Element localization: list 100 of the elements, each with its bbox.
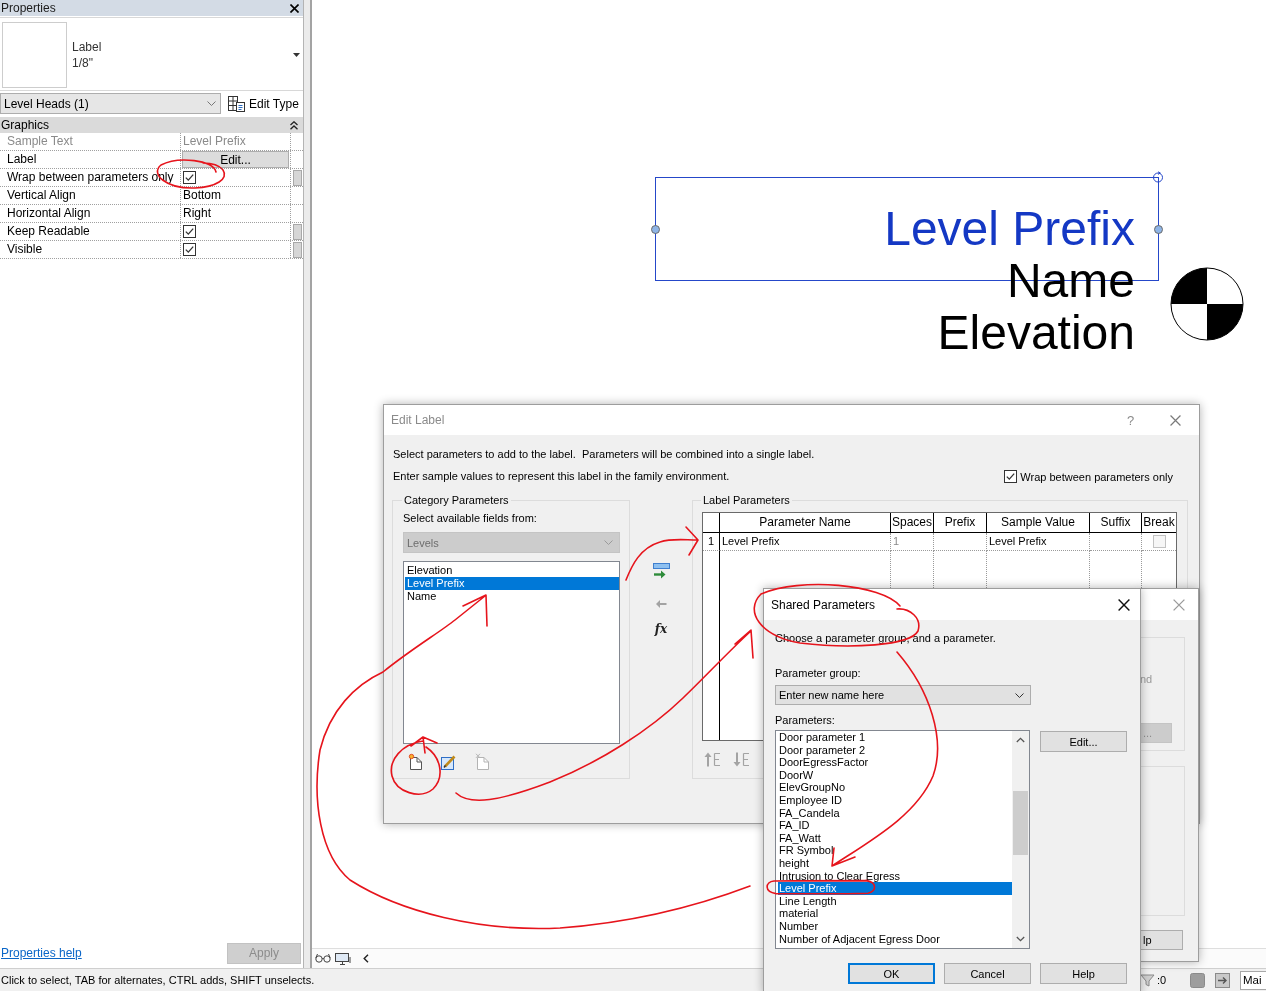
scroll-down-icon[interactable] bbox=[1016, 936, 1025, 942]
list-item[interactable]: FR Symbol bbox=[778, 844, 1012, 857]
caret-icon bbox=[207, 101, 216, 106]
chevron-left-icon[interactable] bbox=[363, 954, 369, 963]
field-prompt: Select available fields from: bbox=[403, 512, 537, 525]
list-item[interactable]: Number bbox=[778, 919, 1012, 933]
list-item[interactable]: Elevation bbox=[405, 564, 619, 577]
label-text[interactable]: Level Prefix bbox=[884, 203, 1135, 255]
field-label: Parameters: bbox=[775, 714, 835, 727]
row-number: 1 bbox=[703, 533, 720, 551]
edit-button[interactable]: Edit... bbox=[1040, 731, 1127, 752]
property-value: Level Prefix bbox=[183, 133, 246, 150]
property-name: Sample Text bbox=[0, 133, 181, 150]
property-value: Right bbox=[183, 205, 211, 222]
selection-count: :0 bbox=[1157, 974, 1168, 986]
property-name: Vertical Align bbox=[0, 187, 181, 204]
partial-label: nd bbox=[1140, 673, 1153, 686]
prefix-field[interactable] bbox=[934, 533, 987, 551]
list-item[interactable]: material bbox=[778, 907, 1012, 920]
list-item[interactable]: FA_ID bbox=[778, 819, 1012, 832]
checkbox-label[interactable]: Wrap between parameters only bbox=[1020, 470, 1173, 483]
property-name: Visible bbox=[0, 241, 181, 258]
list-item[interactable]: Door parameter 1 bbox=[778, 731, 1012, 744]
column-header: Sample Value bbox=[987, 513, 1090, 533]
edit-pencil-icon[interactable] bbox=[441, 753, 457, 770]
help-button[interactable]: ? bbox=[1126, 412, 1135, 428]
scrollbar[interactable] bbox=[1012, 731, 1029, 948]
edit-button[interactable]: Edit... bbox=[182, 151, 289, 168]
list-item[interactable]: Name bbox=[405, 590, 619, 603]
workset-field[interactable]: Mai bbox=[1240, 970, 1266, 990]
property-sheet-icon bbox=[228, 95, 245, 112]
move-down-icon[interactable] bbox=[733, 752, 750, 767]
property-name: Label bbox=[0, 151, 181, 168]
new-file-icon[interactable] bbox=[408, 753, 423, 770]
column-header: Break bbox=[1142, 513, 1176, 533]
close-icon[interactable] bbox=[290, 3, 299, 13]
rotate-handle-icon[interactable] bbox=[1152, 171, 1164, 183]
monitor-icon[interactable] bbox=[335, 952, 351, 965]
grip-handle[interactable] bbox=[1154, 225, 1163, 234]
list-item[interactable]: FA_Watt bbox=[778, 831, 1012, 845]
dialog-button[interactable]: Help bbox=[1040, 963, 1127, 984]
list-item[interactable]: Level Prefix bbox=[405, 577, 619, 590]
type-preview-thumbnail bbox=[2, 21, 67, 88]
caret-icon bbox=[604, 540, 613, 545]
group-title: Category Parameters bbox=[403, 494, 510, 506]
instance-filter-dropdown[interactable]: Level Heads (1) bbox=[0, 93, 221, 114]
panel-title: Properties bbox=[1, 0, 56, 16]
list-item[interactable]: height bbox=[778, 856, 1012, 870]
add-parameter-icon[interactable] bbox=[652, 563, 670, 579]
scrollbar-thumb[interactable] bbox=[1013, 791, 1028, 855]
list-item[interactable]: Door parameter 2 bbox=[778, 743, 1012, 757]
dialog-title: Edit Label bbox=[391, 413, 445, 427]
parameter-name: Level Prefix bbox=[720, 533, 891, 551]
arrow-box-icon[interactable] bbox=[1215, 972, 1230, 988]
suffix-field[interactable] bbox=[1090, 533, 1142, 551]
label-text[interactable]: Elevation bbox=[937, 307, 1135, 359]
checkbox[interactable] bbox=[1004, 470, 1018, 483]
instruction-text: Enter sample values to represent this label in the family environment. bbox=[392, 470, 730, 483]
column-header: Parameter Name bbox=[720, 513, 891, 533]
list-item[interactable]: FA_Candela bbox=[778, 806, 1012, 820]
type-selector[interactable]: Label 1/8" bbox=[0, 17, 303, 91]
break-checkbox[interactable] bbox=[1152, 535, 1166, 548]
glasses-icon[interactable] bbox=[315, 953, 331, 964]
list-item[interactable]: DoorW bbox=[778, 768, 1012, 782]
move-up-icon[interactable] bbox=[704, 752, 721, 767]
dialog-button[interactable]: lp bbox=[1140, 930, 1183, 950]
list-item[interactable]: DoorEgressFactor bbox=[778, 756, 1012, 769]
dialog-button[interactable]: Cancel bbox=[944, 963, 1031, 984]
list-item[interactable]: ElevGroupNo bbox=[778, 781, 1012, 794]
checkbox[interactable] bbox=[183, 225, 196, 238]
associate-parameter-button[interactable] bbox=[292, 223, 302, 240]
formula-button[interactable]: fx bbox=[654, 622, 668, 636]
section-header[interactable]: Graphics bbox=[0, 117, 303, 133]
left-arrow-icon[interactable] bbox=[655, 599, 667, 609]
property-value: Bottom bbox=[183, 187, 221, 204]
dialog-title: Shared Parameters bbox=[771, 597, 876, 612]
caret-icon bbox=[1015, 692, 1024, 698]
field-label: Parameter group: bbox=[775, 667, 861, 680]
list-item[interactable]: Number of Adjacent Egress Door bbox=[778, 932, 1012, 946]
status-message: Click to select, TAB for alternates, CTRL adds, SHIFT unselects. bbox=[0, 974, 315, 986]
parameter-group-dropdown[interactable]: Enter new name here bbox=[775, 685, 1031, 705]
close-icon[interactable] bbox=[1118, 598, 1130, 611]
dropdown-triangle-icon[interactable] bbox=[293, 52, 300, 57]
associate-parameter-button[interactable] bbox=[292, 241, 302, 258]
collapse-icon[interactable] bbox=[290, 120, 298, 130]
instruction-text: Select parameters to add to the label. Parameters will be combined into a single label. bbox=[392, 448, 815, 461]
square-icon[interactable] bbox=[1190, 972, 1205, 988]
list-item[interactable]: Level Prefix bbox=[778, 882, 1012, 895]
dialog-button[interactable]: OK bbox=[848, 963, 935, 984]
column-header: Spaces bbox=[891, 513, 934, 533]
list-item[interactable]: Employee ID bbox=[778, 793, 1012, 807]
grip-handle[interactable] bbox=[651, 225, 660, 234]
list-item[interactable]: Intrusion to Clear Egress bbox=[778, 869, 1012, 883]
edit-type-button[interactable]: Edit Type bbox=[226, 93, 301, 114]
help-link[interactable]: Properties help bbox=[1, 946, 82, 960]
list-item[interactable]: Line Length bbox=[778, 894, 1012, 908]
checkbox[interactable] bbox=[183, 243, 196, 256]
checkbox[interactable] bbox=[183, 171, 196, 184]
scroll-up-icon[interactable] bbox=[1016, 737, 1025, 743]
associate-parameter-button[interactable] bbox=[292, 169, 302, 186]
